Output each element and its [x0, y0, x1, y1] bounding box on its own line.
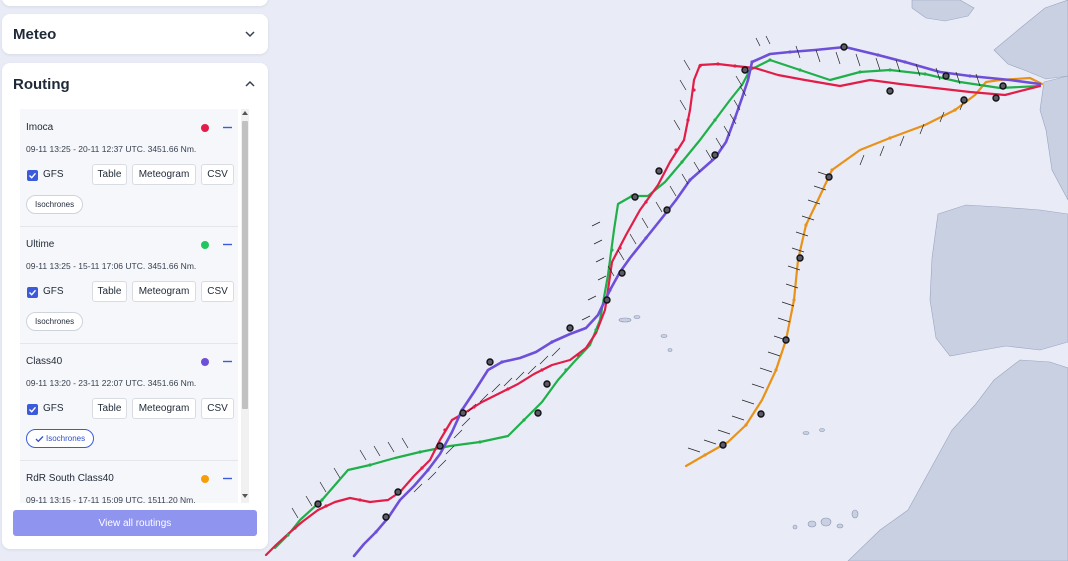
route-item-ultime: Ultime 09-11 13:25 - 15-11 17:06 UTC. 34… [20, 226, 238, 344]
check-icon [29, 406, 37, 413]
route-name: Ultime [26, 239, 55, 250]
table-button[interactable]: Table [92, 398, 127, 419]
routing-title: Routing [13, 75, 70, 93]
route-meta: 09-11 13:25 - 20-11 12:37 UTC. 3451.66 N… [26, 144, 197, 154]
chevron-down-icon[interactable] [244, 28, 256, 40]
route-item-class40: Class40 09-11 13:20 - 23-11 22:07 UTC. 3… [20, 343, 238, 461]
meteogram-button[interactable]: Meteogram [132, 398, 196, 419]
route-meta: 09-11 13:20 - 23-11 22:07 UTC. 3451.66 N… [26, 378, 197, 388]
route-item-imoca: Imoca 09-11 13:25 - 20-11 12:37 UTC. 345… [20, 109, 238, 227]
route-color-dot [201, 475, 209, 483]
minus-icon[interactable] [223, 240, 232, 249]
check-icon [35, 435, 44, 442]
land-iberia [929, 204, 1068, 357]
route-meta: 09-11 13:25 - 15-11 17:06 UTC. 3451.66 N… [26, 261, 197, 271]
isochrones-button-active[interactable]: Isochrones [26, 429, 95, 448]
gfs-checkbox[interactable] [27, 287, 38, 298]
gfs-label: GFS [43, 169, 64, 180]
minus-icon[interactable] [223, 474, 232, 483]
route-name: Imoca [26, 122, 54, 133]
gfs-checkbox[interactable] [27, 170, 38, 181]
isochrones-button[interactable]: Isochrones [26, 195, 84, 214]
minus-icon[interactable] [223, 123, 232, 132]
csv-button[interactable]: CSV [201, 398, 234, 419]
route-color-dot [201, 241, 209, 249]
gfs-label: GFS [43, 286, 64, 297]
route-meta: 09-11 13:15 - 17-11 15:09 UTC. 1511.20 N… [26, 495, 196, 503]
sidebar-top-card [2, 0, 268, 6]
gfs-checkbox[interactable] [27, 404, 38, 415]
isochrones-label: Isochrones [35, 200, 75, 209]
isochrones-label: Isochrones [35, 317, 75, 326]
view-all-routings-button[interactable]: View all routings [13, 510, 257, 536]
meteogram-button[interactable]: Meteogram [132, 281, 196, 302]
scrollbar-thumb[interactable] [242, 121, 248, 409]
isochrones-label: Isochrones [46, 434, 86, 443]
meteogram-button[interactable]: Meteogram [132, 164, 196, 185]
route-name: RdR South Class40 [26, 473, 114, 484]
route-name: Class40 [26, 356, 63, 367]
table-button[interactable]: Table [92, 164, 127, 185]
check-icon [29, 289, 37, 296]
chevron-up-icon[interactable] [244, 78, 256, 90]
check-icon [29, 172, 37, 179]
meteo-section-header[interactable]: Meteo [2, 14, 268, 54]
scroll-down-arrow-icon[interactable] [242, 493, 248, 499]
csv-button[interactable]: CSV [201, 164, 234, 185]
csv-button[interactable]: CSV [201, 281, 234, 302]
route-color-dot [201, 358, 209, 366]
scroll-up-arrow-icon[interactable] [242, 110, 248, 116]
gfs-label: GFS [43, 403, 64, 414]
isochrones-button[interactable]: Isochrones [26, 312, 84, 331]
routing-section: Routing Imoca 09-11 13:25 - 20-11 12:37 … [2, 63, 268, 549]
route-item-rdr-south-class40: RdR South Class40 09-11 13:15 - 17-11 15… [20, 460, 238, 503]
routes-list: Imoca 09-11 13:25 - 20-11 12:37 UTC. 345… [20, 109, 238, 503]
meteo-title: Meteo [13, 25, 57, 43]
table-button[interactable]: Table [92, 281, 127, 302]
routing-section-header[interactable]: Routing [2, 63, 268, 105]
minus-icon[interactable] [223, 357, 232, 366]
route-color-dot [201, 124, 209, 132]
